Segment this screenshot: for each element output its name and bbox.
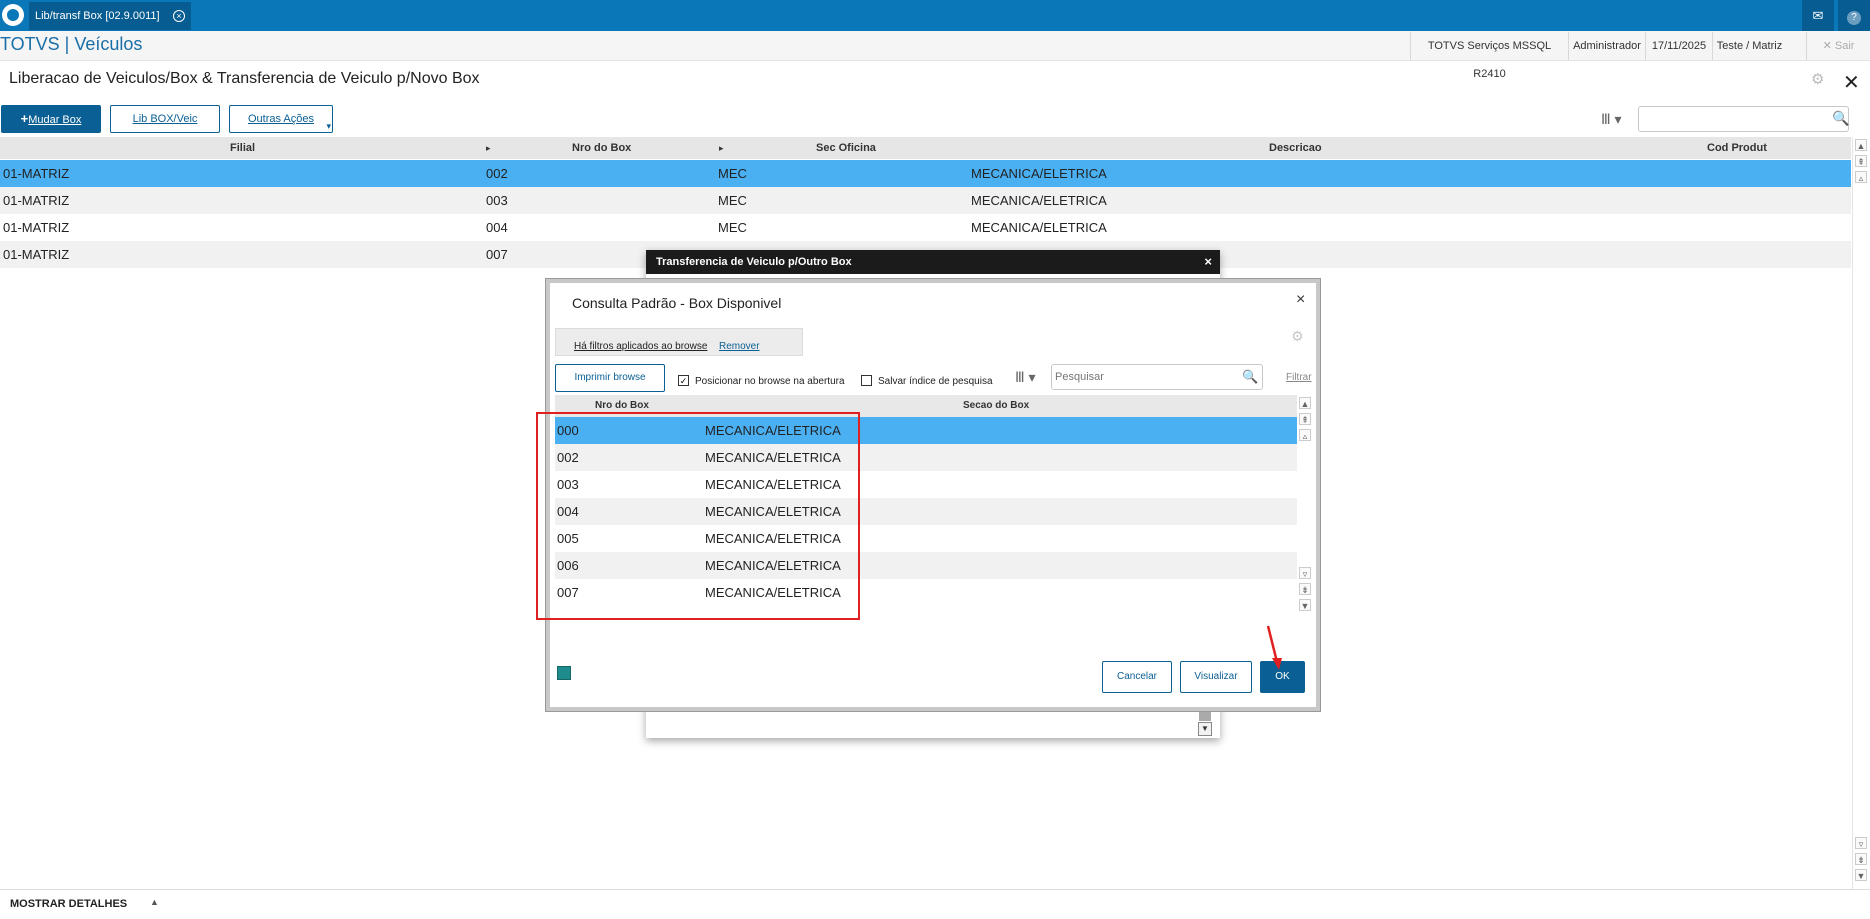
server-info: TOTVS Serviços MSSQL R2410 [1410,32,1568,80]
close-icon[interactable]: × [1204,250,1212,274]
imprimir-browse-button[interactable]: Imprimir browse [555,364,665,392]
help-button[interactable]: ? [1838,0,1870,31]
transfer-dialog-title-text: Transferencia de Veiculo p/Outro Box [656,256,852,268]
scroll-up-icon[interactable]: ▵ [1299,429,1311,441]
search-icon[interactable]: 🔍 [1242,369,1258,385]
totvs-logo-icon[interactable] [2,4,24,26]
mudar-box-button[interactable]: +Mudar Box [1,105,101,133]
scroll-page-down-icon[interactable]: ⇟ [1855,853,1867,865]
scroll-page-down-icon[interactable]: ⇟ [1299,583,1311,595]
cell-sec-oficina: MEC [718,193,747,208]
scroll-down-icon[interactable]: ▿ [1299,567,1311,579]
remove-filter-link[interactable]: Remover [719,341,760,352]
tab-lib-transf-box[interactable]: Lib/transf Box [02.9.0011] × [29,2,191,30]
cell-descricao: MECANICA/ELETRICA [971,220,1107,235]
cell-nro-box: 004 [486,220,508,235]
scroll-up-icon[interactable]: ▵ [1855,171,1867,183]
cancelar-button[interactable]: Cancelar [1102,661,1172,693]
close-icon[interactable]: × [1296,291,1305,309]
scroll-down-icon[interactable]: ▿ [1855,837,1867,849]
table-row[interactable]: 01-MATRIZ 002 MEC MECANICA/ELETRICA [0,160,1851,187]
col-nro-do-box[interactable]: Nro do Box [595,400,649,411]
scroll-top-icon[interactable]: ▲ [1299,397,1311,409]
scroll-bottom-icon[interactable]: ▼ [1299,599,1311,611]
col-secao-do-box[interactable]: Secao do Box [963,400,1029,411]
sair-icon: ✕ [1822,40,1832,52]
col-filial[interactable]: Filial [230,137,255,159]
cell-nro-box: 007 [486,247,508,262]
column-selector-icon[interactable]: Ⅲ ▾ [1601,106,1637,132]
table-row[interactable]: 01-MATRIZ 004 MEC MECANICA/ELETRICA [0,214,1851,241]
salvar-indice-label: Salvar índice de pesquisa [878,376,993,387]
cell-descricao: MECANICA/ELETRICA [971,193,1107,208]
cell-sec-oficina: MEC [718,166,747,181]
lib-box-label: Lib BOX/Veic [132,113,198,125]
visualizar-button[interactable]: Visualizar [1180,661,1252,693]
highlight-annotation [536,412,860,620]
col-sec-oficina[interactable]: Sec Oficina [816,137,876,159]
sort-arrow-icon[interactable]: ▸ [719,137,724,159]
gear-icon[interactable]: ⚙ [1291,328,1304,345]
cell-filial: 01-MATRIZ [3,166,70,181]
col-descricao[interactable]: Descricao [1269,137,1322,159]
grid-header: Filial ▸ Nro do Box ▸ Sec Oficina Descri… [0,137,1851,159]
help-icon: ? [1847,11,1861,25]
cell-nro-box: 003 [486,193,508,208]
mostrar-detalhes-toggle[interactable]: MOSTRAR DETALHES [10,898,127,910]
settings-gear-icon[interactable]: ⚙ [1811,72,1827,88]
pesquisar-input[interactable] [1051,364,1263,390]
posicionar-label: Posicionar no browse na abertura [695,376,845,387]
caret-down-icon: ▾ [326,121,331,131]
dialog-title: Consulta Padrão - Box Disponivel [572,295,782,311]
posicionar-checkbox[interactable]: ✓ [678,375,689,386]
cell-filial: 01-MATRIZ [3,247,70,262]
tab-label: Lib/transf Box [02.9.0011] [35,10,160,22]
cell-sec-oficina: MEC [718,220,747,235]
salvar-indice-checkbox[interactable] [861,375,872,386]
date-info: 17/11/2025 [1645,32,1712,60]
cell-filial: 01-MATRIZ [3,220,70,235]
outras-acoes-label: Outras Ações [247,113,315,125]
top-bar [0,0,1870,31]
sair-button[interactable]: ✕ Sair [1806,32,1870,60]
page-title: Liberacao de Veiculos/Box & Transferenci… [9,70,480,87]
scroll-down-icon[interactable]: ▼ [1198,722,1212,736]
search-input[interactable] [1638,106,1849,132]
column-selector-icon[interactable]: Ⅲ ▾ [1015,364,1051,390]
scroll-top-icon[interactable]: ▲ [1855,139,1867,151]
cell-descricao: MECANICA/ELETRICA [971,166,1107,181]
brand-title: TOTVS | Veículos [0,34,143,54]
cell-nro-box: 002 [486,166,508,181]
mail-icon[interactable]: ✉ [1802,0,1834,31]
filter-message: Há filtros aplicados ao browse [574,341,708,352]
scroll-bottom-icon[interactable]: ▼ [1855,869,1867,881]
cell-filial: 01-MATRIZ [3,193,70,208]
table-row[interactable]: 01-MATRIZ 003 MEC MECANICA/ELETRICA [0,187,1851,214]
scroll-page-up-icon[interactable]: ⇞ [1299,413,1311,425]
outras-acoes-button[interactable]: Outras Ações ▾ [229,105,333,133]
expand-up-icon[interactable]: ▲ [150,897,159,907]
user-info: Administrador [1568,32,1645,60]
sort-arrow-icon[interactable]: ▸ [486,137,491,159]
status-legend-icon[interactable] [557,666,571,680]
search-icon[interactable]: 🔍 [1832,110,1849,127]
filtrar-link[interactable]: Filtrar [1286,372,1312,383]
sair-label: Sair [1834,40,1855,52]
tab-close-icon[interactable]: × [173,10,185,22]
main-scrollbar[interactable]: ▲ ⇞ ▵ ▿ ⇟ ▼ [1852,137,1868,889]
filter-notice: Há filtros aplicados ao browse Remover [555,328,803,356]
col-cod-produt[interactable]: Cod Produt [1707,137,1767,159]
footer-bar [0,889,1870,919]
lib-box-veic-button[interactable]: Lib BOX/Veic [110,105,220,133]
col-nro-box[interactable]: Nro do Box [572,137,631,159]
transfer-dialog-title: Transferencia de Veiculo p/Outro Box × [646,250,1220,274]
red-arrow-annotation [1266,625,1282,670]
close-page-icon[interactable]: ✕ [1843,70,1860,95]
dialog-scrollbar[interactable]: ▲ ⇞ ▵ ▿ ⇟ ▼ [1299,395,1313,613]
scroll-page-up-icon[interactable]: ⇞ [1855,155,1867,167]
company-info: Teste / Matriz [1712,32,1786,60]
mudar-box-label: Mudar Box [28,114,82,126]
